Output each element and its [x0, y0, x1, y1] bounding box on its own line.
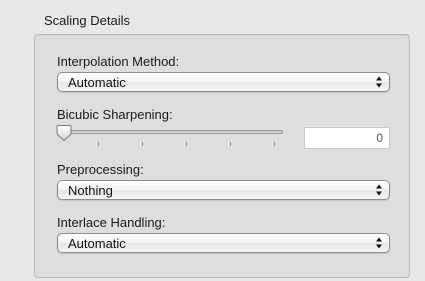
interlace-handling-value: Automatic [68, 236, 126, 251]
interlace-handling-popup[interactable]: Automatic [57, 233, 390, 253]
bicubic-sharpening-value-field[interactable]: 0 [304, 127, 390, 149]
preprocessing-popup[interactable]: Nothing [57, 180, 390, 200]
slider-tick [230, 142, 231, 146]
bicubic-sharpening-label: Bicubic Sharpening: [57, 107, 173, 122]
up-down-arrows-icon [376, 237, 382, 249]
bicubic-sharpening-slider-track[interactable] [63, 130, 283, 134]
panel-title: Scaling Details [44, 13, 130, 28]
interpolation-method-label: Interpolation Method: [57, 54, 180, 69]
interpolation-method-popup[interactable]: Automatic [57, 72, 390, 92]
preprocessing-value: Nothing [68, 183, 113, 198]
slider-tick [142, 142, 143, 146]
interpolation-method-value: Automatic [68, 75, 126, 90]
scaling-details-panel: Scaling Details Interpolation Method: Au… [0, 0, 425, 281]
slider-knob-icon[interactable] [56, 124, 72, 142]
slider-tick [274, 142, 275, 146]
up-down-arrows-icon [376, 76, 382, 88]
bicubic-sharpening-value: 0 [376, 131, 383, 145]
interlace-handling-label: Interlace Handling: [57, 215, 166, 230]
slider-tick [186, 142, 187, 146]
slider-tick [98, 142, 99, 146]
up-down-arrows-icon [376, 184, 382, 196]
preprocessing-label: Preprocessing: [57, 162, 144, 177]
